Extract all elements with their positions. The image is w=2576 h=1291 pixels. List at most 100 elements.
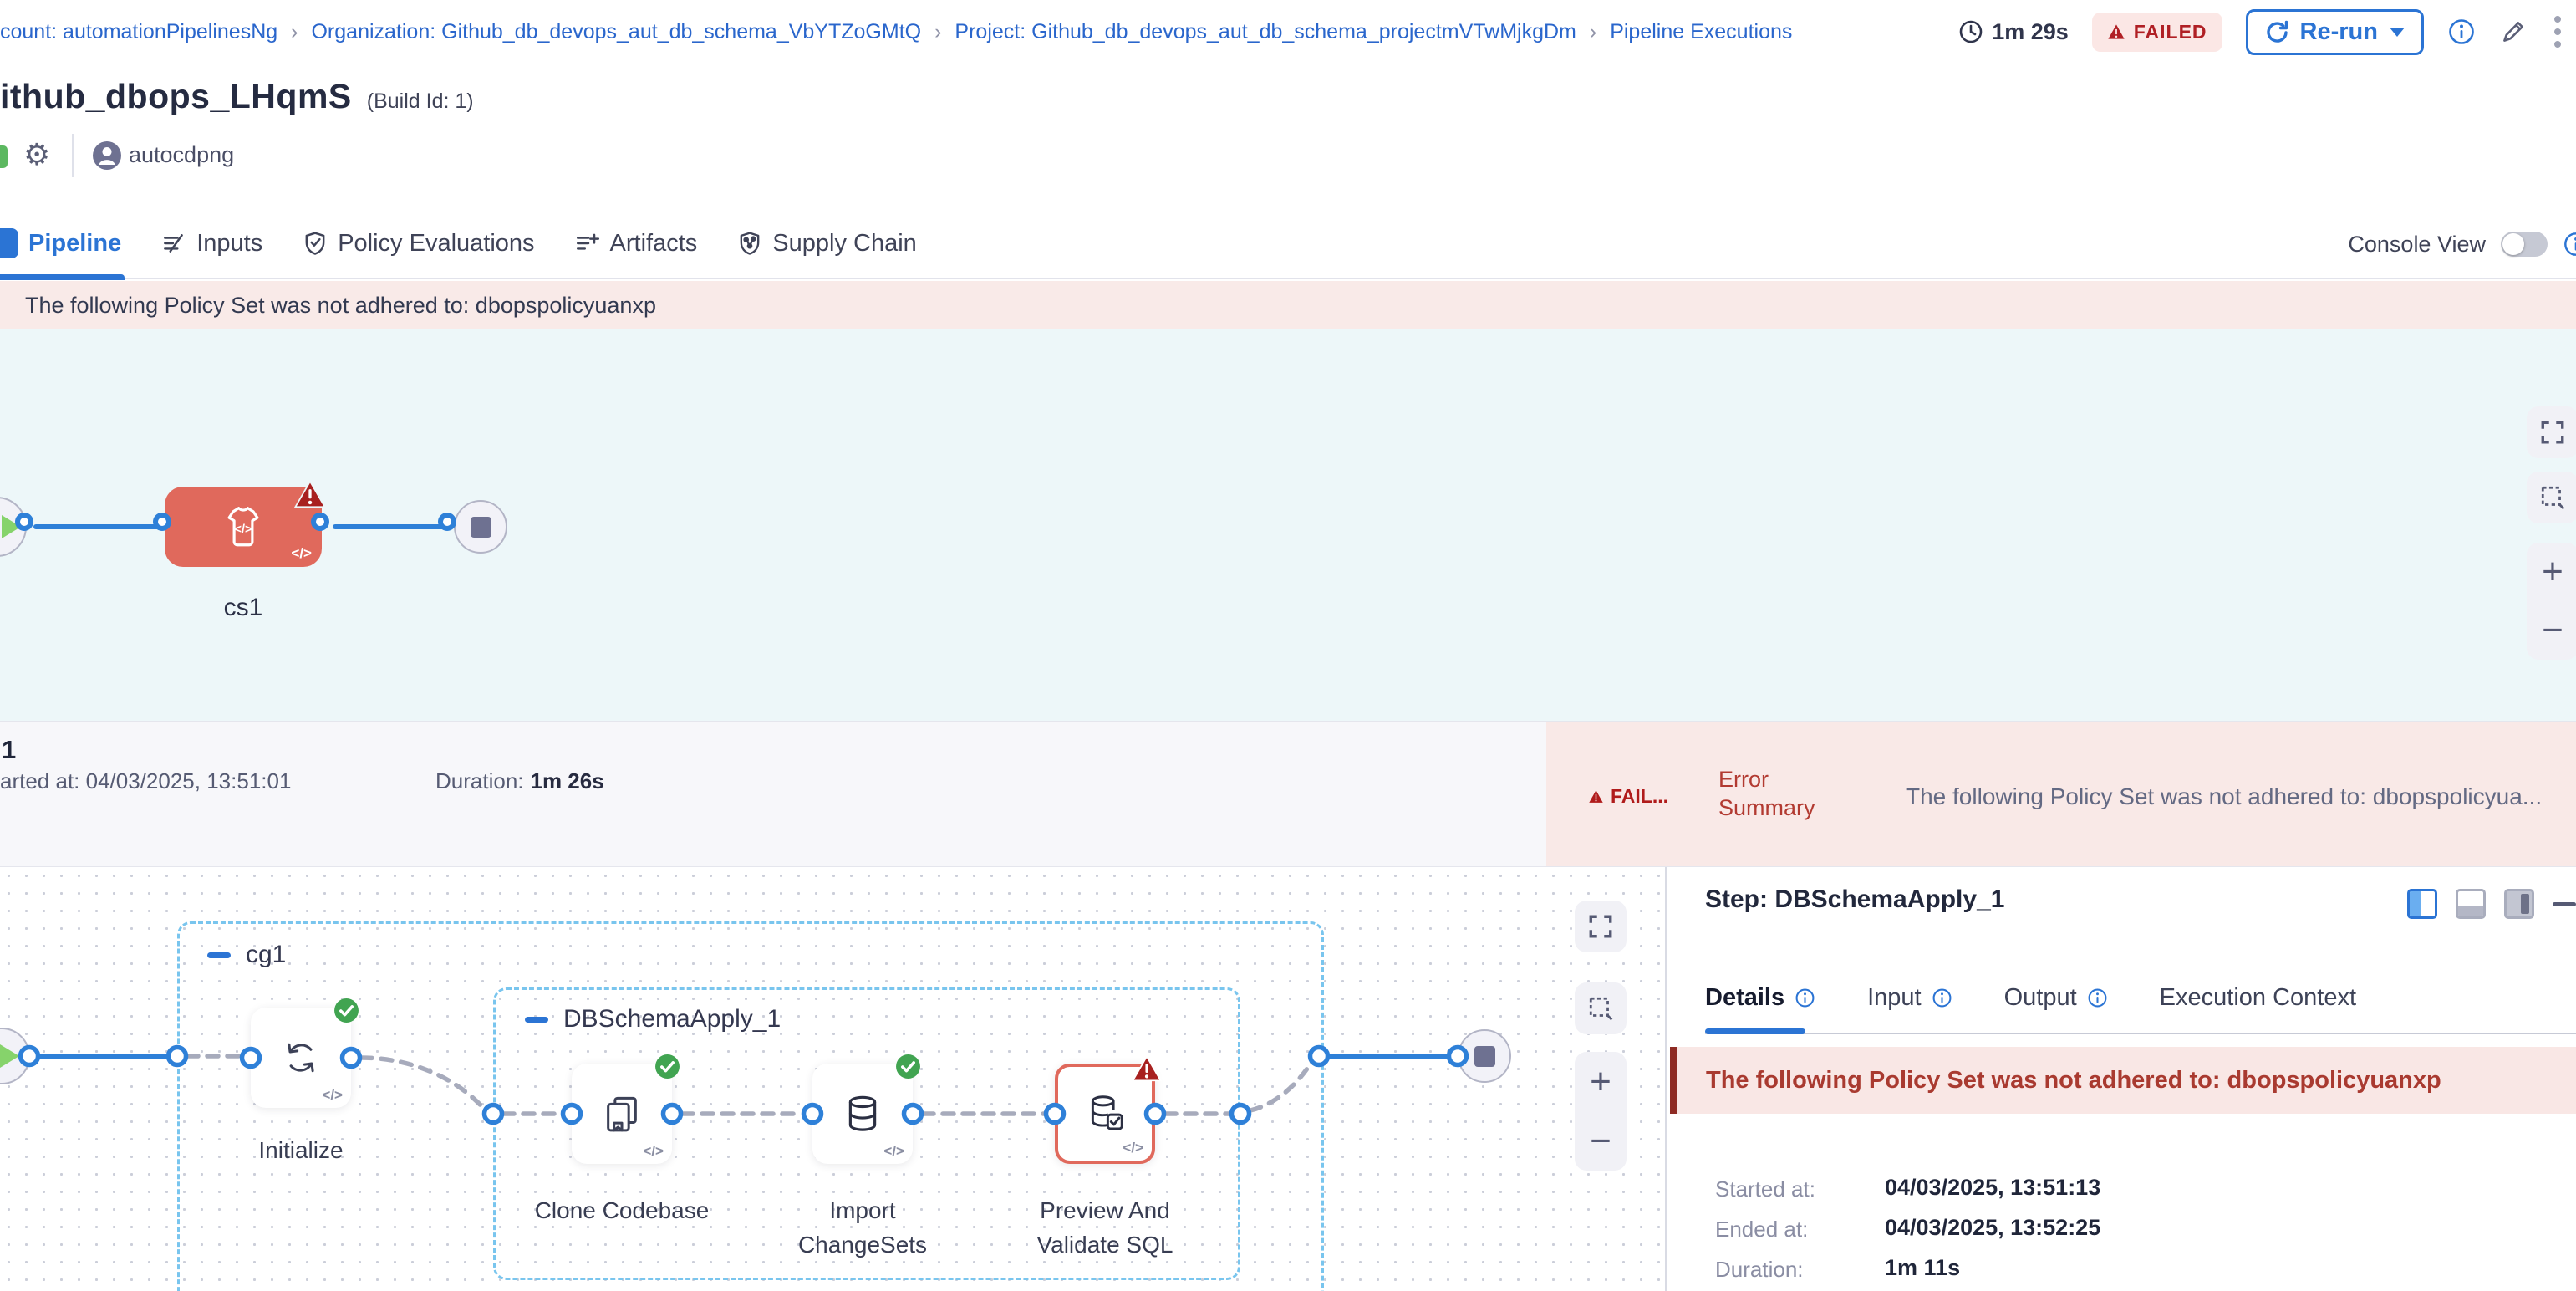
success-check-badge xyxy=(333,998,359,1028)
minimize-panel-icon[interactable] xyxy=(2553,902,2576,906)
stage-graph-canvas[interactable]: </> </> cs1 + − xyxy=(0,329,2576,721)
info-icon[interactable] xyxy=(1932,987,1952,1008)
build-id: (Build Id: 1) xyxy=(367,89,474,114)
stop-icon xyxy=(1474,1046,1495,1067)
stage-error-summary: FAIL... Error Summary The following Poli… xyxy=(1546,722,2576,866)
supply-chain-shield-icon xyxy=(737,231,762,256)
connector-dot xyxy=(153,513,171,531)
pipeline-execution-screen: count: automationPipelinesNg › Organizat… xyxy=(0,0,2576,1291)
step-node-clone-codebase[interactable]: </> xyxy=(572,1064,672,1164)
detail-value: 04/03/2025, 13:51:13 xyxy=(1885,1175,2100,1201)
breadcrumb-pipeline-executions[interactable]: Pipeline Executions xyxy=(1610,20,1792,44)
step-label: Import ChangeSets xyxy=(762,1193,963,1262)
step-label: Initialize xyxy=(201,1133,401,1167)
custom-stage-icon: </> xyxy=(219,503,267,551)
layout-right-view-icon[interactable] xyxy=(2504,889,2534,919)
elapsed-time: 1m 29s xyxy=(1958,19,2069,45)
zoom-in-button[interactable]: + xyxy=(2542,554,2563,590)
detail-label: Duration: xyxy=(1715,1257,1804,1283)
collapse-icon[interactable] xyxy=(525,1017,548,1023)
selection-tool-button[interactable] xyxy=(2527,472,2576,523)
tab-input[interactable]: Input xyxy=(1867,984,1952,1012)
step-panel-title: Step: DBSchemaApply_1 xyxy=(1705,885,2004,914)
tab-artifacts[interactable]: Artifacts xyxy=(575,208,698,278)
top-bar: count: automationPipelinesNg › Organizat… xyxy=(0,0,2576,64)
connector-dot xyxy=(311,513,329,531)
breadcrumb-separator: › xyxy=(1590,20,1596,44)
collapse-icon[interactable] xyxy=(207,952,231,958)
info-icon[interactable] xyxy=(2563,231,2576,258)
topbar-actions: 1m 29s FAILED Re-run xyxy=(1958,9,2564,55)
zoom-controls: + − xyxy=(1575,1052,1627,1171)
chevron-down-icon xyxy=(2390,28,2405,37)
console-view-label: Console View xyxy=(2348,232,2486,258)
code-glyph: </> xyxy=(643,1143,664,1160)
stage-node-label: cs1 xyxy=(165,594,322,622)
active-tab-underline xyxy=(0,274,125,280)
layout-split-view-icon[interactable] xyxy=(2407,889,2437,919)
stage-name: 1 xyxy=(2,735,16,765)
detail-value: 1m 11s xyxy=(1885,1255,1960,1281)
step-node-initialize[interactable]: </> xyxy=(251,1008,351,1108)
tab-inputs[interactable]: Inputs xyxy=(161,208,262,278)
stop-icon xyxy=(471,517,491,538)
warning-triangle-icon xyxy=(1588,789,1604,804)
tab-output[interactable]: Output xyxy=(2004,984,2108,1012)
step-label: Clone Codebase xyxy=(522,1193,722,1227)
error-summary-message: The following Policy Set was not adhered… xyxy=(1906,783,2576,810)
breadcrumb-project[interactable]: Project: Github_db_devops_aut_db_schema_… xyxy=(955,20,1576,44)
info-icon[interactable] xyxy=(2087,987,2108,1008)
success-check-badge xyxy=(654,1054,680,1084)
zoom-out-button[interactable]: − xyxy=(2542,612,2563,649)
step-details-panel: Step: DBSchemaApply_1 Details Input xyxy=(1667,867,2576,1291)
artifacts-icon xyxy=(575,231,600,256)
detail-value: 04/03/2025, 13:52:25 xyxy=(1885,1215,2100,1241)
breadcrumb-organization[interactable]: Organization: Github_db_devops_aut_db_sc… xyxy=(311,20,921,44)
panel-layout-controls xyxy=(2407,889,2576,919)
connector-line xyxy=(333,524,450,529)
tab-policy-evaluations[interactable]: Policy Evaluations xyxy=(303,208,534,278)
edit-pencil-icon[interactable] xyxy=(2499,18,2528,46)
fullscreen-button[interactable] xyxy=(2527,406,2576,458)
group-name: cg1 xyxy=(246,941,286,969)
breadcrumb-account[interactable]: count: automationPipelinesNg xyxy=(0,20,277,44)
step-node-preview-validate-sql[interactable]: </> xyxy=(1055,1064,1155,1164)
step-node-import-changesets[interactable]: </> xyxy=(812,1064,913,1164)
play-icon xyxy=(0,1044,19,1068)
trigger-user-name: autocdpng xyxy=(129,142,234,168)
zoom-controls: + − xyxy=(2527,543,2576,660)
policy-violation-banner: The following Policy Set was not adhered… xyxy=(0,281,2576,329)
code-glyph: </> xyxy=(1123,1140,1143,1156)
more-options-icon[interactable] xyxy=(2551,13,2564,51)
tab-execution-context[interactable]: Execution Context xyxy=(2160,984,2356,1012)
tabs-border xyxy=(1705,1033,2576,1034)
fullscreen-button[interactable] xyxy=(1575,901,1627,952)
step-panel-tabs: Details Input Output xyxy=(1705,984,2356,1012)
user-avatar-icon xyxy=(92,140,122,175)
svg-text:</>: </> xyxy=(235,523,252,536)
divider xyxy=(72,134,74,177)
refresh-icon xyxy=(2265,19,2290,44)
step-graph-canvas[interactable]: cg1 DBSchemaApply_1 </> Initialize xyxy=(0,867,1665,1291)
zoom-out-button[interactable]: − xyxy=(1590,1123,1611,1160)
clock-icon xyxy=(1958,19,1983,44)
success-check-badge xyxy=(895,1054,921,1084)
fail-badge: FAIL... xyxy=(1588,785,1668,808)
connector-dot xyxy=(15,513,33,531)
selection-tool-button[interactable] xyxy=(1575,982,1627,1034)
tag-badge xyxy=(0,145,8,168)
tab-details[interactable]: Details xyxy=(1705,984,1815,1012)
stepgroup-dbschemaapply-label: DBSchemaApply_1 xyxy=(525,1005,781,1033)
tab-supply-chain[interactable]: Supply Chain xyxy=(737,208,917,278)
layout-bottom-view-icon[interactable] xyxy=(2456,889,2486,919)
step-error-box: The following Policy Set was not adhered… xyxy=(1670,1047,2576,1114)
gear-icon[interactable]: ⚙ xyxy=(23,137,50,172)
info-icon[interactable] xyxy=(2447,18,2476,46)
info-icon[interactable] xyxy=(1795,987,1815,1008)
console-view-toggle[interactable] xyxy=(2501,232,2548,257)
code-glyph: </> xyxy=(883,1143,904,1160)
code-glyph: </> xyxy=(291,545,312,562)
tab-pipeline[interactable]: Pipeline xyxy=(0,208,121,278)
zoom-in-button[interactable]: + xyxy=(1590,1064,1611,1100)
rerun-button[interactable]: Re-run xyxy=(2246,9,2424,55)
